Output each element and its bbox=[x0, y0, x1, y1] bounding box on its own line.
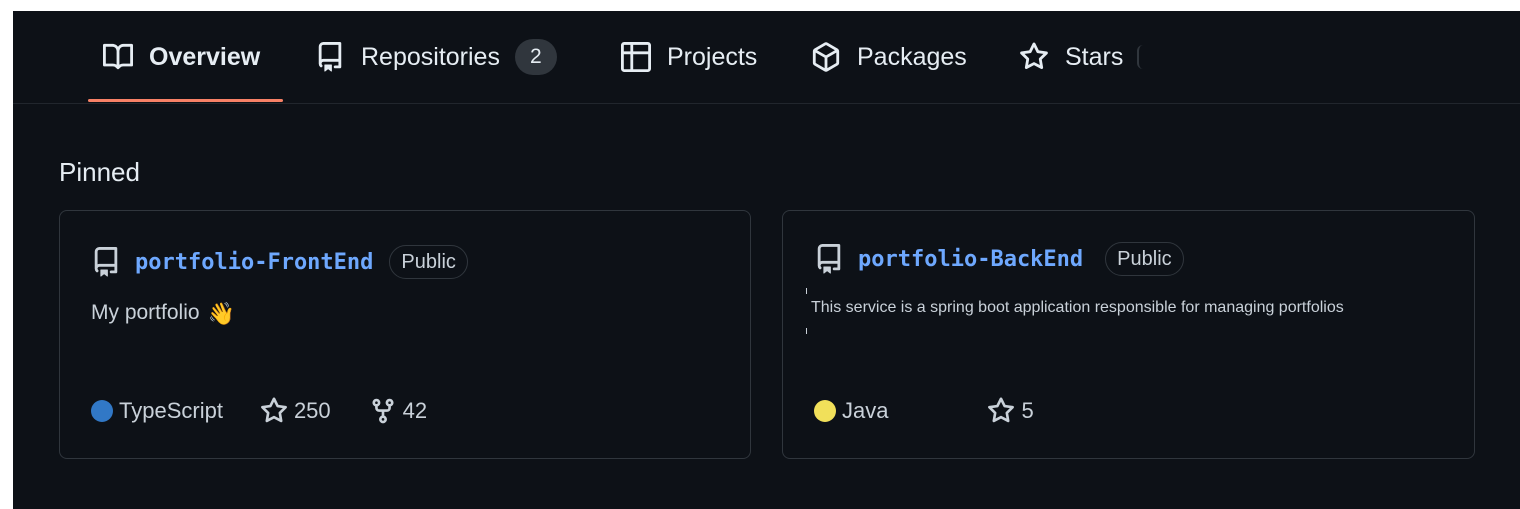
repo-description: My portfolio 👋 bbox=[91, 301, 235, 327]
repo-meta: Java 5 bbox=[814, 396, 1034, 426]
profile-tab-nav: Overview Repositories 2 Projects Package… bbox=[13, 11, 1520, 104]
stars-count-badge-cut bbox=[1137, 45, 1143, 69]
star-icon bbox=[1019, 42, 1049, 72]
pinned-card-frontend: portfolio-FrontEnd Public My portfolio 👋 … bbox=[59, 210, 751, 459]
tab-repositories-label: Repositories bbox=[361, 42, 500, 71]
repo-meta: TypeScript 250 42 bbox=[91, 396, 427, 426]
repo-link-backend[interactable]: portfolio-BackEnd bbox=[858, 247, 1083, 272]
tab-overview[interactable]: Overview bbox=[103, 39, 260, 75]
tab-projects[interactable]: Projects bbox=[621, 39, 757, 75]
stars-link[interactable]: 5 bbox=[987, 397, 1034, 425]
tab-packages-label: Packages bbox=[857, 42, 967, 71]
stars-count: 250 bbox=[293, 398, 331, 423]
repo-icon bbox=[91, 247, 121, 277]
forks-link[interactable]: 42 bbox=[369, 397, 427, 425]
tab-stars[interactable]: Stars bbox=[1019, 39, 1143, 75]
repo-description: This service is a spring boot applicatio… bbox=[811, 299, 1344, 316]
tab-overview-label: Overview bbox=[149, 42, 261, 71]
language-color-dot bbox=[91, 400, 113, 422]
repositories-count-badge: 2 bbox=[514, 39, 557, 75]
table-icon bbox=[621, 42, 651, 72]
pinned-heading: Pinned bbox=[59, 157, 140, 187]
package-icon bbox=[811, 42, 841, 72]
repo-icon bbox=[814, 244, 844, 274]
repo-icon bbox=[315, 42, 345, 72]
text-cursor-mark bbox=[806, 328, 807, 334]
description-text: My portfolio bbox=[91, 301, 200, 324]
star-icon bbox=[987, 397, 1015, 425]
card-header: portfolio-FrontEnd Public bbox=[91, 245, 468, 279]
stars-count: 5 bbox=[1021, 398, 1034, 423]
card-header: portfolio-BackEnd Public bbox=[814, 242, 1184, 276]
tab-stars-label: Stars bbox=[1065, 42, 1124, 71]
visibility-badge: Public bbox=[1105, 242, 1184, 276]
forks-count: 42 bbox=[402, 398, 428, 423]
waving-hand-emoji: 👋 bbox=[207, 301, 235, 326]
tab-projects-label: Projects bbox=[667, 42, 758, 71]
star-icon bbox=[260, 397, 288, 425]
fork-icon bbox=[369, 397, 397, 425]
tab-repositories[interactable]: Repositories 2 bbox=[315, 39, 557, 75]
language-name: TypeScript bbox=[119, 398, 223, 423]
text-cursor-mark bbox=[806, 288, 807, 294]
profile-frame: Overview Repositories 2 Projects Package… bbox=[13, 11, 1520, 509]
book-icon bbox=[103, 42, 133, 72]
visibility-badge: Public bbox=[389, 245, 468, 279]
repo-link-frontend[interactable]: portfolio-FrontEnd bbox=[135, 250, 373, 275]
language-name: Java bbox=[842, 398, 889, 423]
pinned-card-backend: portfolio-BackEnd Public This service is… bbox=[782, 210, 1475, 459]
active-tab-underline bbox=[88, 99, 283, 102]
tab-packages[interactable]: Packages bbox=[811, 39, 967, 75]
language-color-dot bbox=[814, 400, 836, 422]
stars-link[interactable]: 250 bbox=[260, 397, 331, 425]
